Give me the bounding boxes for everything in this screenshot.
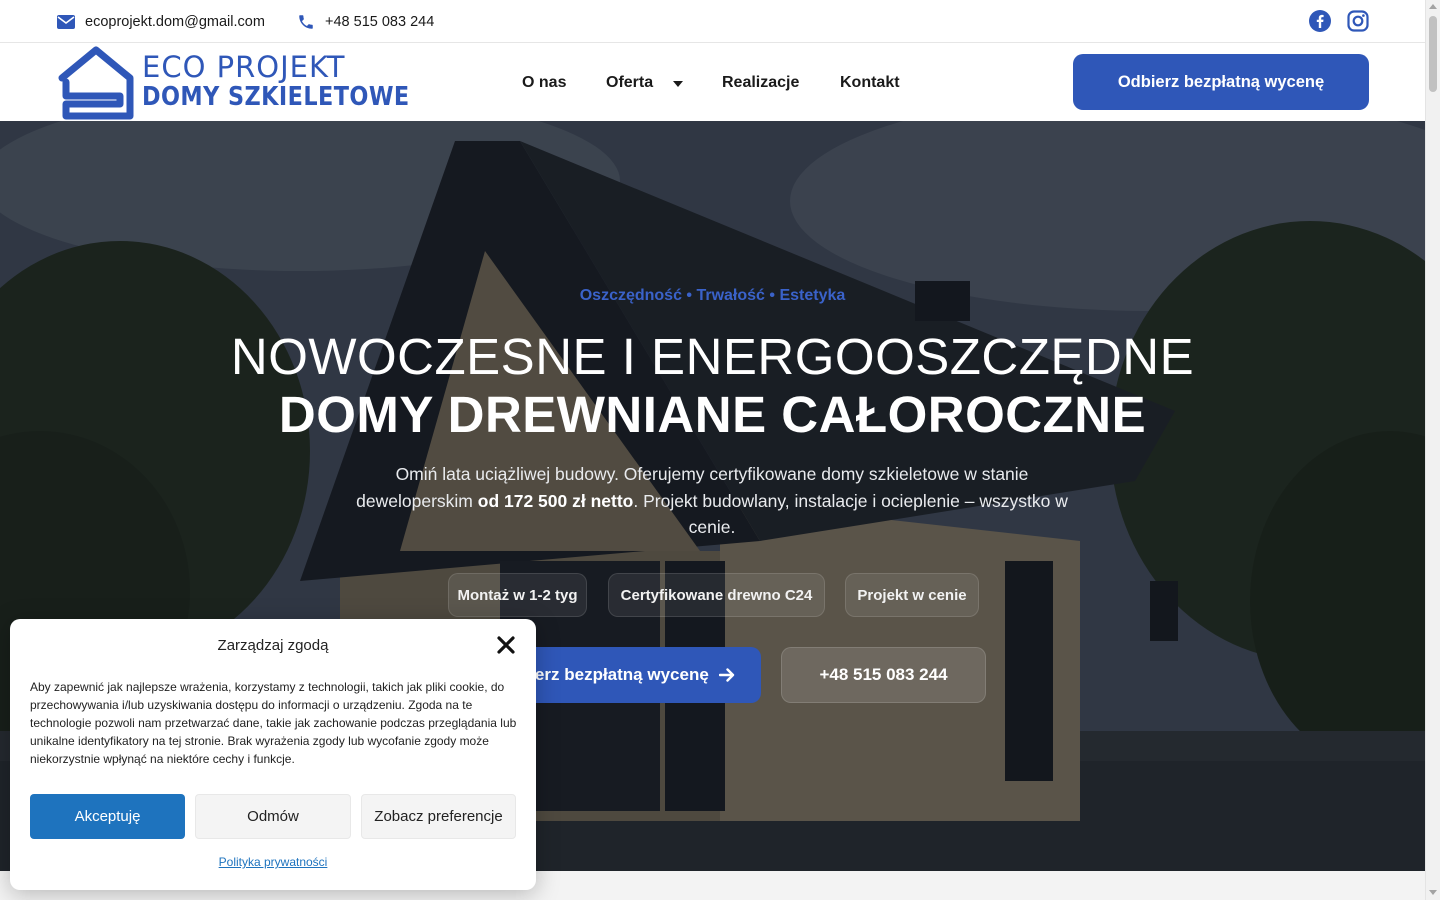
phone-contact[interactable]: +48 515 083 244 [297, 0, 434, 43]
header-quote-button[interactable]: Odbierz bezpłatną wycenę [1073, 54, 1369, 110]
facebook-icon[interactable] [1308, 9, 1332, 33]
feature-pill-project-included: Projekt w cenie [845, 573, 979, 617]
site-logo[interactable]: ECO PROJEKT DOMY SZKIELETOWE [56, 44, 409, 121]
email-text[interactable]: ecoprojekt.dom@gmail.com [85, 14, 265, 30]
privacy-policy-link[interactable]: Polityka prywatności [10, 855, 536, 869]
top-contact-bar: ecoprojekt.dom@gmail.com +48 515 083 244 [0, 0, 1425, 43]
cookie-preferences-button[interactable]: Zobacz preferencje [361, 794, 516, 839]
page-scrollbar[interactable] [1425, 0, 1440, 900]
hero-title-line1: NOWOCZESNE I ENERGOOSZCZĘDNE [230, 328, 1195, 385]
cookie-accept-button[interactable]: Akceptuję [30, 794, 185, 839]
nav-item-offer[interactable]: Oferta [606, 44, 684, 121]
nav-item-projects[interactable]: Realizacje [722, 44, 799, 121]
envelope-icon [57, 14, 75, 29]
logo-title: ECO PROJEKT [142, 50, 346, 84]
feature-pill-certified-wood: Certyfikowane drewno C24 [608, 573, 825, 617]
close-icon[interactable] [495, 634, 517, 656]
phone-text[interactable]: +48 515 083 244 [325, 14, 434, 30]
scroll-thumb[interactable] [1429, 16, 1437, 92]
nav-item-about[interactable]: O nas [522, 44, 566, 121]
feature-pill-assembly: Montaż w 1-2 tyg [448, 573, 587, 617]
instagram-icon[interactable] [1346, 9, 1370, 33]
site-header: ECO PROJEKT DOMY SZKIELETOWE O nas Ofert… [0, 44, 1425, 121]
arrow-right-icon[interactable] [718, 668, 735, 682]
cookie-dialog-title: Zarządzaj zgodą [217, 637, 329, 654]
cookie-deny-button[interactable]: Odmów [195, 794, 351, 839]
caret-down-icon[interactable] [673, 80, 684, 87]
email-contact[interactable]: ecoprojekt.dom@gmail.com [57, 0, 265, 43]
logo-subtitle: DOMY SZKIELETOWE [142, 82, 410, 112]
phone-icon [299, 14, 313, 29]
scroll-up-arrow-icon[interactable] [1429, 4, 1437, 9]
nav-item-offer-label[interactable]: Oferta [606, 74, 653, 92]
hero-tagline: Oszczędność • Trwałość • Estetyka [579, 287, 846, 304]
hero-phone-button[interactable]: +48 515 083 244 [781, 647, 986, 703]
hero-lead-part2: . Projekt budowlany, instalacje i ociepl… [633, 490, 1068, 538]
scroll-down-arrow-icon[interactable] [1429, 890, 1437, 895]
house-logo-icon [58, 46, 134, 120]
cookie-consent-dialog: Zarządzaj zgodą Aby zapewnić jak najleps… [10, 619, 536, 890]
hero-lead-price: od 172 500 zł netto [477, 490, 634, 511]
hero-lead: Omiń lata uciążliwej budowy. Oferujemy c… [352, 461, 1072, 541]
cookie-dialog-text: Aby zapewnić jak najlepsze wrażenia, kor… [30, 680, 517, 766]
nav-item-contact[interactable]: Kontakt [840, 44, 900, 121]
hero-title-line2: DOMY DREWNIANE CAŁOROCZNE [278, 386, 1147, 443]
